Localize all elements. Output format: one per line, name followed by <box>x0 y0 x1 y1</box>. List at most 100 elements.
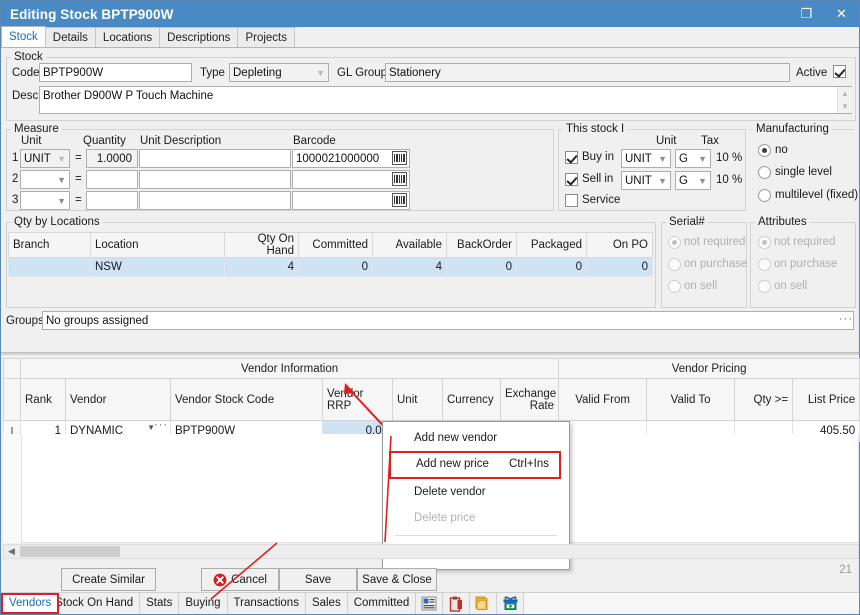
measure-group-title: Measure <box>11 123 62 135</box>
measure-unitdesc-input-1[interactable] <box>139 149 291 168</box>
vendor-col-exchange-rate[interactable]: Exchange Rate <box>501 379 559 421</box>
attributes-radio-on-sell[interactable] <box>758 280 771 293</box>
bottom-tab-transactions[interactable]: Transactions <box>228 593 306 614</box>
vendor-grid-hscrollbar[interactable]: ◀ <box>3 544 859 559</box>
context-menu-item-delete-price: Delete price <box>383 505 569 531</box>
vendor-col-qty-gte[interactable]: Qty >= <box>735 379 793 421</box>
manufacturing-radio-no[interactable] <box>758 144 771 157</box>
scroll-down-icon: ▼ <box>838 100 852 113</box>
tab-locations[interactable]: Locations <box>95 27 160 47</box>
copy-pages-icon[interactable] <box>470 593 497 614</box>
code-input[interactable]: BPTP900W <box>39 63 192 82</box>
cancel-button-label: Cancel <box>231 574 267 586</box>
barcode-icon-1[interactable] <box>392 151 407 165</box>
barcode-icon-2[interactable] <box>392 172 407 186</box>
cancel-button[interactable]: Cancel <box>201 568 279 591</box>
bottom-tab-stats[interactable]: Stats <box>140 593 179 614</box>
window-controls: ❐ ✕ <box>789 1 859 27</box>
bottom-tab-sales[interactable]: Sales <box>306 593 348 614</box>
bottom-tab-stock-on-hand[interactable]: Stock On Hand <box>49 593 140 614</box>
vendor-col-vendor[interactable]: Vendor <box>66 379 171 421</box>
serial-radio-on-purchase[interactable] <box>668 258 681 271</box>
qty-col-location[interactable]: Location <box>91 233 225 258</box>
save-close-button[interactable]: Save & Close <box>357 568 437 591</box>
tab-descriptions[interactable]: Descriptions <box>159 27 238 47</box>
sell-in-unit-select[interactable]: UNIT ▼ <box>621 171 671 190</box>
serial-radio-not-required[interactable] <box>668 236 681 249</box>
vendor-col-valid-to[interactable]: Valid To <box>647 379 735 421</box>
qty-cell-available: 4 <box>373 258 447 277</box>
qty-col-committed[interactable]: Committed <box>299 233 373 258</box>
vendor-col-vendor-stock-code[interactable]: Vendor Stock Code <box>171 379 323 421</box>
buy-in-tax-select[interactable]: G ▼ <box>675 149 711 168</box>
table-row[interactable]: NSW 4 0 4 0 0 0 <box>9 258 653 277</box>
this-stock-group-title: This stock I <box>563 123 627 135</box>
vendor-col-vendor-rrp[interactable]: Vendor RRP <box>323 379 393 421</box>
manufacturing-radio-single-level[interactable] <box>758 166 771 179</box>
active-checkbox[interactable] <box>833 65 846 78</box>
manufacturing-radio-multilevel[interactable] <box>758 189 771 202</box>
gl-group-input[interactable]: Stationery <box>385 63 790 82</box>
attributes-radio-on-purchase[interactable] <box>758 258 771 271</box>
close-icon[interactable]: ✕ <box>824 1 859 27</box>
vendor-ellipsis-button[interactable]: ··· <box>154 419 168 431</box>
vendor-col-valid-from[interactable]: Valid From <box>559 379 647 421</box>
desc-scrollbar[interactable]: ▲ ▼ <box>837 87 852 113</box>
measure-qty-input-3[interactable] <box>86 191 138 210</box>
vendor-grid-row-gutter <box>3 434 22 543</box>
vendor-col-list-price[interactable]: List Price <box>793 379 860 421</box>
tab-details[interactable]: Details <box>45 27 96 47</box>
scroll-left-icon[interactable]: ◀ <box>4 545 19 558</box>
vendor-col-rank[interactable]: Rank <box>21 379 66 421</box>
qty-col-available[interactable]: Available <box>373 233 447 258</box>
restore-icon[interactable]: ❐ <box>789 1 824 27</box>
buy-in-unit-select[interactable]: UNIT ▼ <box>621 149 671 168</box>
qty-by-locations-title: Qty by Locations <box>11 216 103 228</box>
manufacturing-group-title: Manufacturing <box>753 123 832 135</box>
create-similar-button[interactable]: Create Similar <box>61 568 156 591</box>
bottom-tab-bar: Pricing Stock On Hand Stats Buying Vendo… <box>1 592 859 614</box>
report-icon[interactable] <box>416 593 443 614</box>
measure-qty-input-2[interactable] <box>86 170 138 189</box>
qty-by-locations-table: Branch Location Qty On Hand Committed Av… <box>8 232 653 277</box>
qty-col-branch[interactable]: Branch <box>9 233 91 258</box>
context-menu-item-add-new-price[interactable]: Add new price Ctrl+Ins <box>389 451 561 479</box>
tab-projects[interactable]: Projects <box>237 27 295 47</box>
qty-col-on-po[interactable]: On PO <box>587 233 653 258</box>
money-box-icon[interactable] <box>497 593 524 614</box>
measure-col-unit-desc: Unit Description <box>140 135 221 147</box>
type-select[interactable]: Depleting ▼ <box>229 63 329 82</box>
context-menu-item-delete-vendor[interactable]: Delete vendor <box>383 479 569 505</box>
groups-input[interactable]: No groups assigned <box>42 311 854 330</box>
measure-equals-1: = <box>75 152 82 164</box>
buy-in-checkbox[interactable] <box>565 151 578 164</box>
tab-stock[interactable]: Stock <box>1 26 46 47</box>
bottom-tab-buying[interactable]: Buying <box>179 593 227 614</box>
context-menu-item-add-new-vendor[interactable]: Add new vendor <box>383 425 569 451</box>
measure-unit-select-3[interactable]: ▼ <box>20 191 70 210</box>
qty-cell-on-po: 0 <box>587 258 653 277</box>
bottom-tab-vendors[interactable]: Vendors <box>1 593 59 614</box>
groups-ellipsis-button[interactable]: ··· <box>839 313 853 325</box>
qty-col-backorder[interactable]: BackOrder <box>447 233 517 258</box>
qty-col-packaged[interactable]: Packaged <box>517 233 587 258</box>
desc-input[interactable]: Brother D900W P Touch Machine <box>39 86 852 114</box>
barcode-icon-3[interactable] <box>392 193 407 207</box>
serial-radio-on-sell[interactable] <box>668 280 681 293</box>
measure-unitdesc-input-3[interactable] <box>139 191 291 210</box>
attributes-radio-not-required[interactable] <box>758 236 771 249</box>
qty-col-qty-on-hand[interactable]: Qty On Hand <box>225 233 299 258</box>
measure-unit-select-2[interactable]: ▼ <box>20 170 70 189</box>
service-checkbox[interactable] <box>565 194 578 207</box>
sell-in-tax-select[interactable]: G ▼ <box>675 171 711 190</box>
sell-in-checkbox[interactable] <box>565 173 578 186</box>
measure-unit-select-1[interactable]: UNIT ▼ <box>20 149 70 168</box>
vendor-col-unit[interactable]: Unit <box>393 379 443 421</box>
measure-qty-input-1[interactable]: 1.0000 <box>86 149 138 168</box>
vendor-col-currency[interactable]: Currency <box>443 379 501 421</box>
bottom-tab-committed[interactable]: Committed <box>348 593 417 614</box>
measure-unitdesc-input-2[interactable] <box>139 170 291 189</box>
clipboard-icon[interactable] <box>443 593 470 614</box>
hscrollbar-thumb[interactable] <box>20 546 120 557</box>
save-button[interactable]: Save <box>279 568 357 591</box>
